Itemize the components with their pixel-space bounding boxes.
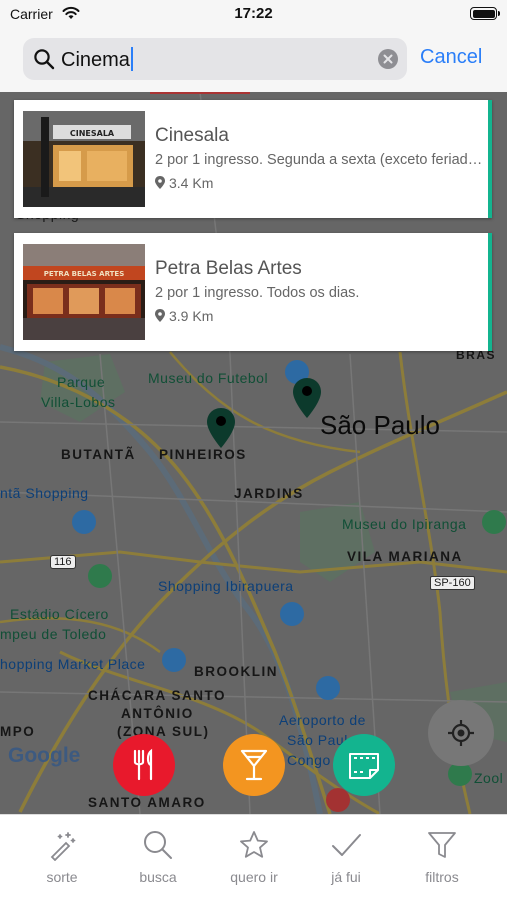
result-name: Petra Belas Artes [155, 258, 302, 279]
map-label-museu-futebol: Museu do Futebol [148, 370, 269, 386]
cancel-button[interactable]: Cancel [420, 46, 482, 69]
tab-bar: sorte busca quero ir já fui filtros [0, 814, 507, 900]
result-card-petra-belas-artes[interactable]: PETRA BELAS ARTES Petra Belas Artes 2 po… [14, 233, 492, 351]
clock: 17:22 [234, 5, 273, 22]
map-label-villa-lobos: Villa-Lobos [41, 394, 116, 410]
search-input[interactable]: Cinema [23, 38, 407, 80]
google-logo: Google [8, 744, 81, 767]
poi-museu-ipiranga-icon[interactable] [482, 510, 506, 534]
location-pin-icon [155, 176, 165, 189]
search-query-text: Cinema [61, 47, 133, 72]
tab-sorte[interactable]: sorte [22, 827, 102, 885]
app-screen: Carrier 17:22 Cinema Cancel BRAS Parque … [0, 0, 507, 900]
map-pin-petra-belas-artes[interactable] [293, 378, 321, 418]
star-icon [240, 831, 268, 858]
map-label-market-place: hopping Market Place [0, 656, 146, 672]
clear-search-icon[interactable] [378, 49, 398, 69]
map-label-pinheiros: PINHEIROS [159, 447, 247, 462]
road-shield-116: 116 [50, 555, 76, 569]
map-label-chacara-1: CHÁCARA SANTO [88, 688, 227, 703]
fork-knife-icon [133, 748, 153, 781]
cocktail-glass-icon [240, 749, 268, 781]
checkmark-icon [332, 834, 361, 856]
tab-label: quero ir [230, 869, 278, 885]
my-location-button[interactable] [428, 700, 494, 766]
map-label-anta-shopping: ntã Shopping [0, 485, 89, 501]
map-label-parque: Parque [57, 374, 106, 390]
poi-shopping-ibirapuera-icon[interactable] [280, 602, 304, 626]
map-label-sao-paulo: São Paulo [320, 410, 440, 440]
tab-busca[interactable]: busca [118, 827, 198, 885]
restaurants-button[interactable] [113, 734, 175, 796]
cinesala-photo: CINESALA [23, 111, 145, 207]
battery-icon [470, 7, 500, 20]
petra-sign-text: PETRA BELAS ARTES [44, 270, 125, 278]
result-distance: 3.9 Km [155, 308, 213, 324]
airport-icon[interactable] [316, 676, 340, 700]
poi-park-icon[interactable] [88, 564, 112, 588]
search-header: Cinema Cancel [0, 30, 507, 92]
magic-wand-icon [50, 832, 76, 861]
map-pin-cinesala[interactable] [207, 408, 235, 448]
map-label-butanta: BUTANTÃ [61, 447, 136, 462]
poi-shopping-icon[interactable] [72, 510, 96, 534]
map-label-aeroporto-1: Aeroporto de [279, 712, 366, 728]
map-label-estadio-1: Estádio Cícero [10, 606, 109, 622]
location-pin-icon [155, 309, 165, 322]
map-label-brooklin: BROOKLIN [194, 664, 278, 679]
tab-quero-ir[interactable]: quero ir [214, 827, 294, 885]
map-label-aeroporto-3: Congo [287, 752, 331, 768]
tab-label: já fui [331, 869, 361, 885]
result-description: 2 por 1 ingresso. Segunda a sexta (excet… [155, 152, 485, 168]
tab-label: sorte [46, 869, 78, 885]
search-icon [144, 831, 172, 859]
map-label-mpo: MPO [0, 724, 36, 739]
status-bar: Carrier 17:22 [0, 0, 507, 30]
cinema-button[interactable] [333, 734, 395, 796]
search-icon [34, 49, 55, 70]
filter-icon [428, 832, 456, 858]
poi-market-place-icon[interactable] [162, 648, 186, 672]
tab-label: filtros [425, 869, 459, 885]
map-label-zool: Zool [474, 770, 504, 786]
map-label-museu-ipiranga: Museu do Ipiranga [342, 516, 467, 532]
result-description: 2 por 1 ingresso. Todos os dias. [155, 285, 360, 301]
tab-filtros[interactable]: filtros [402, 827, 482, 885]
crosshair-icon [448, 720, 474, 746]
map-label-shopping-ibirapuera: Shopping Ibirapuera [158, 578, 294, 594]
result-card-cinesala[interactable]: CINESALA Cinesala 2 por 1 ingresso. Segu… [14, 100, 492, 218]
tab-ja-fui[interactable]: já fui [306, 827, 386, 885]
result-distance: 3.4 Km [155, 175, 213, 191]
map-label-vila-mariana: VILA MARIANA [347, 549, 463, 564]
cinesala-sign-text: CINESALA [70, 129, 115, 138]
map-label-estadio-2: mpeu de Toledo [0, 626, 107, 642]
map-label-jardins: JARDINS [234, 486, 304, 501]
map-label-chacara-2: ANTÔNIO [121, 706, 194, 721]
result-name: Cinesala [155, 125, 229, 146]
map-label-santo-amaro: SANTO AMARO [88, 795, 206, 810]
road-shield-sp160: SP-160 [430, 576, 475, 590]
petra-belas-artes-photo: PETRA BELAS ARTES [23, 244, 145, 340]
tab-label: busca [139, 869, 177, 885]
film-ticket-icon [349, 753, 379, 779]
bars-button[interactable] [223, 734, 285, 796]
